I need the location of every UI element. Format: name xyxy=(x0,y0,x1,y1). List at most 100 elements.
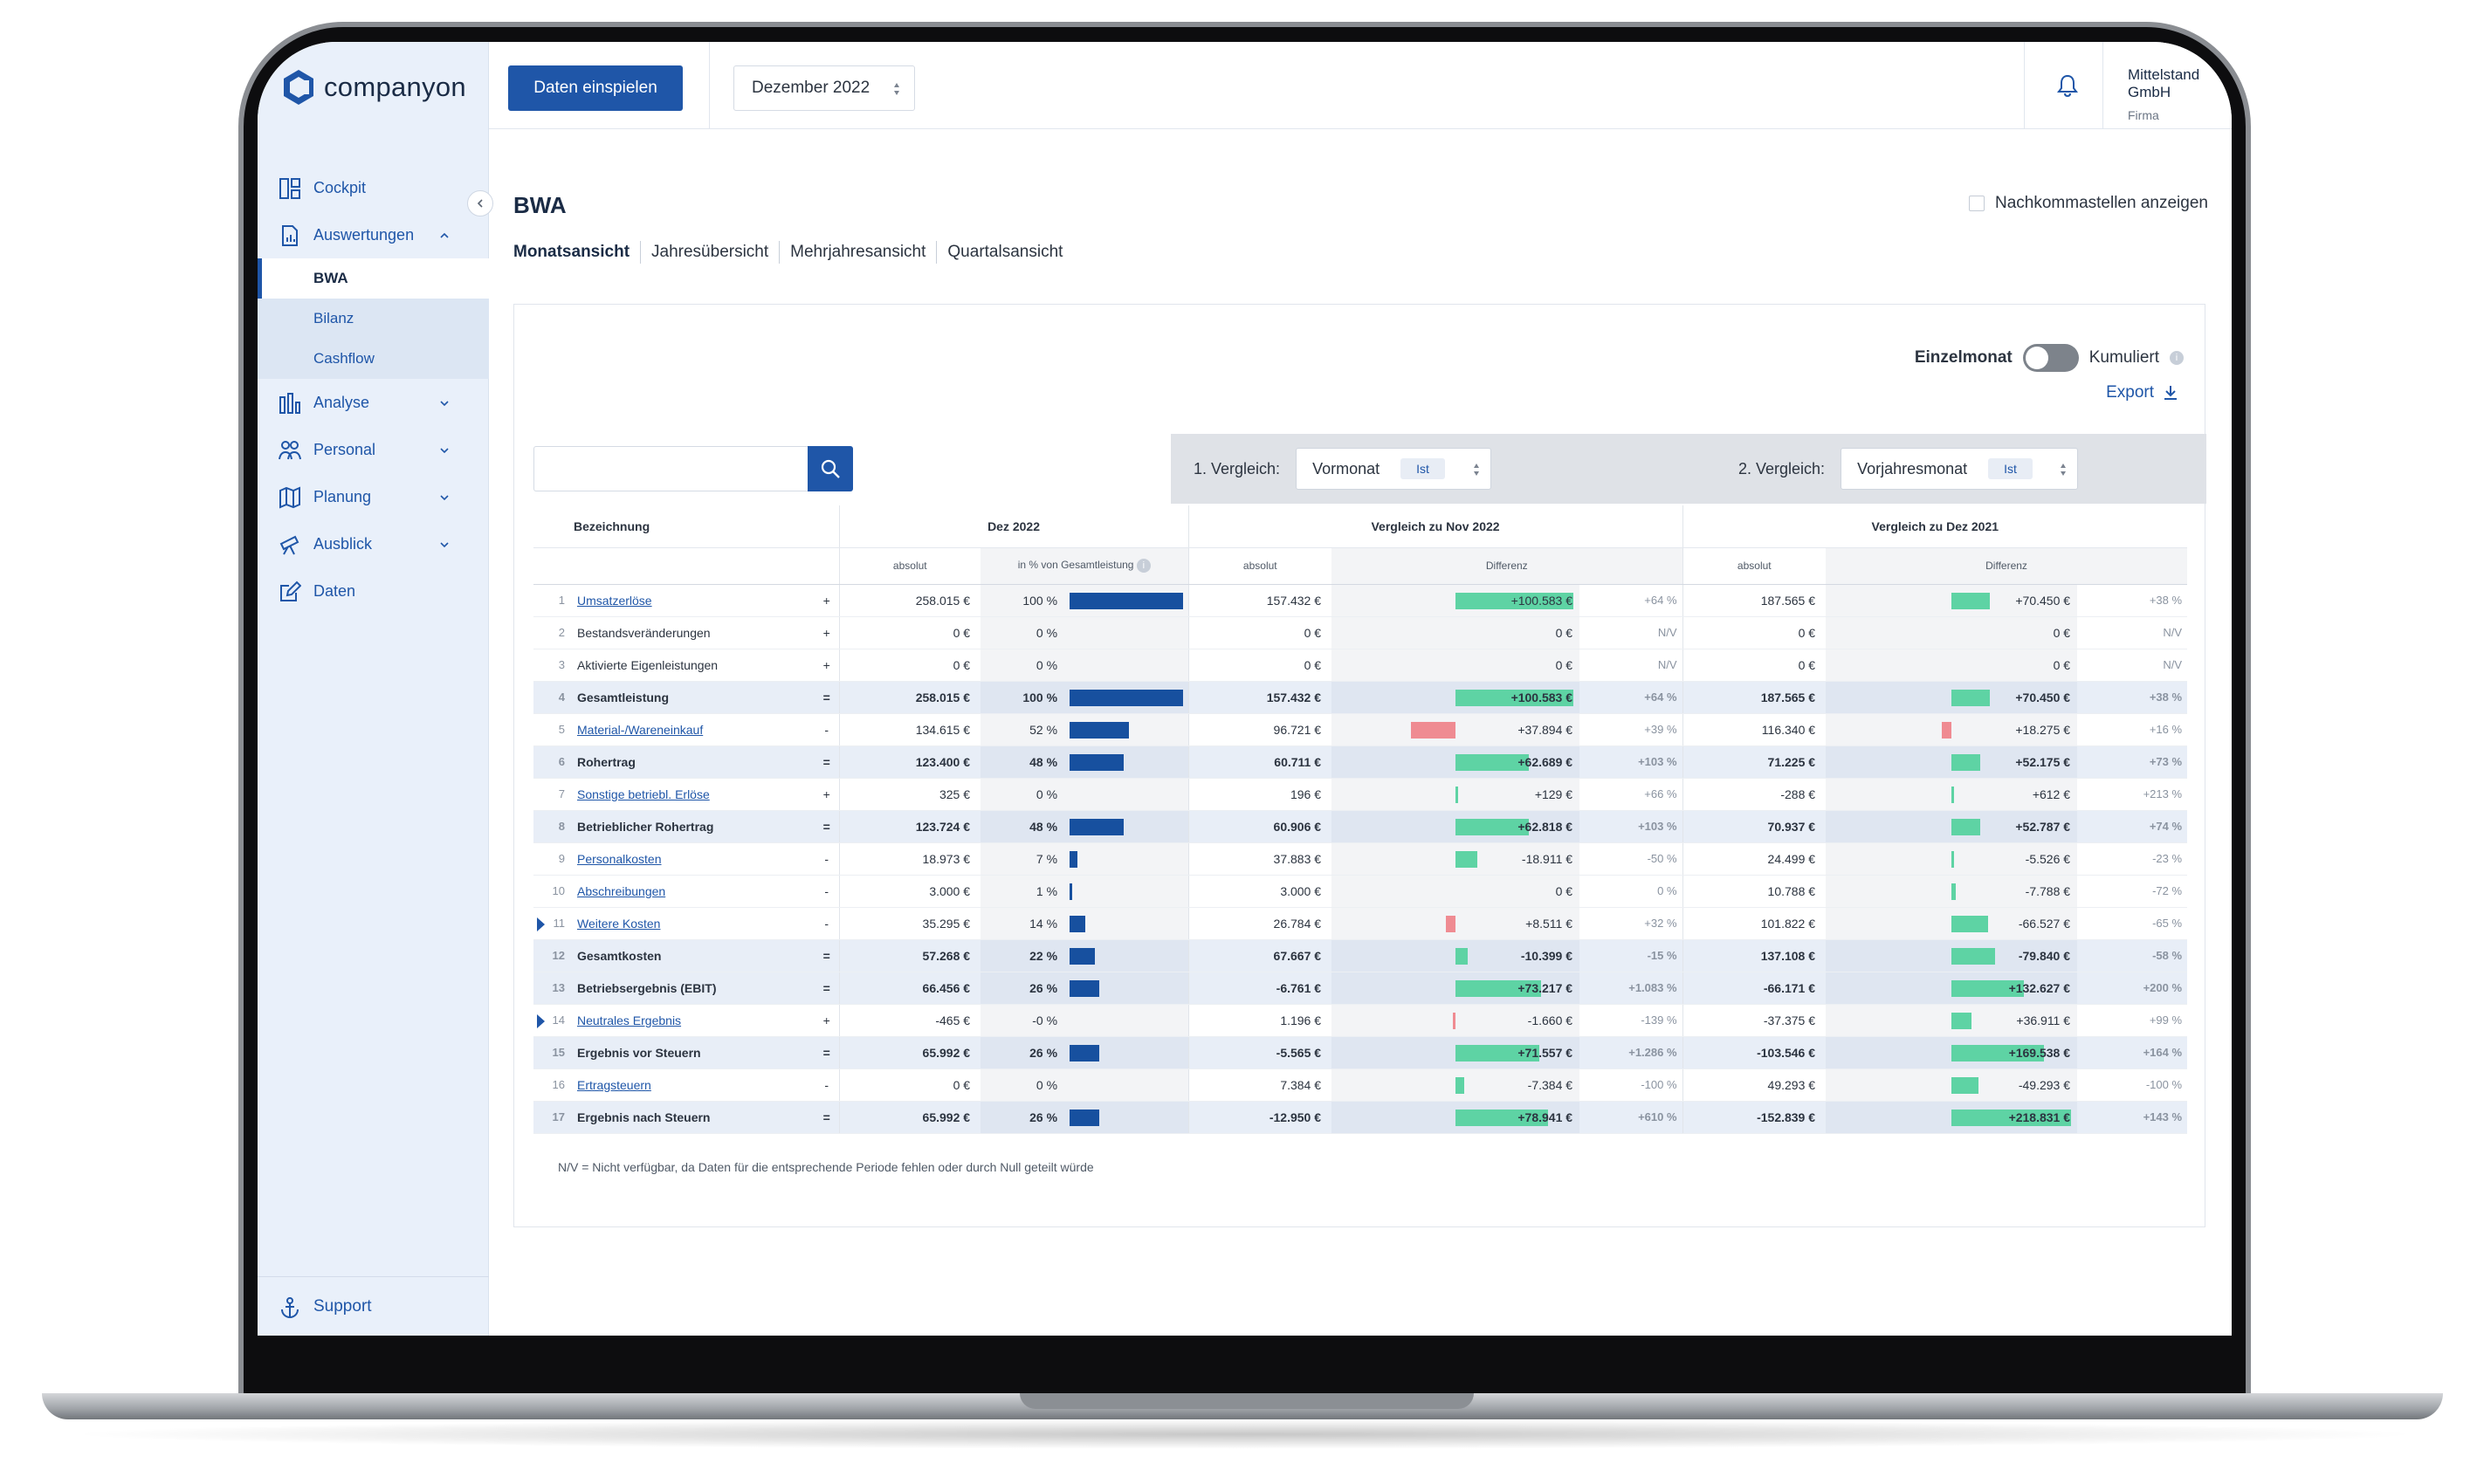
chevron-down-icon[interactable] xyxy=(439,539,450,550)
row-pct-bar-cell xyxy=(1068,842,1189,876)
sidebar-subitem-bilanz[interactable]: Bilanz xyxy=(258,299,489,339)
chevron-down-icon[interactable] xyxy=(439,492,450,503)
table-row: 8 Betrieblicher Rohertrag = 123.724 €48 % 60… xyxy=(533,810,2188,843)
tab-quartalsansicht[interactable]: Quartalsansicht xyxy=(937,241,1073,264)
import-data-button[interactable]: Daten einspielen xyxy=(508,65,683,111)
row-cmp1-diff-cell: +78.941 € xyxy=(1331,1101,1580,1134)
expand-caret-icon[interactable] xyxy=(537,1013,545,1028)
row-pct-bar-cell xyxy=(1068,681,1189,714)
row-operator: + xyxy=(815,584,840,617)
chevron-up-icon[interactable] xyxy=(439,230,450,241)
row-absolut: 123.400 € xyxy=(838,745,981,779)
row-cmp1-absolut: 157.432 € xyxy=(1187,584,1332,617)
row-pct-bar-cell xyxy=(1068,1036,1189,1069)
sidebar-item-personal[interactable]: Personal xyxy=(258,426,489,473)
tab-mehrjahresansicht[interactable]: Mehrjahresansicht xyxy=(780,241,938,264)
chevron-down-icon[interactable] xyxy=(439,445,450,456)
row-label-link[interactable]: Ertragsteuern xyxy=(577,1078,651,1092)
sidebar-item-analyse[interactable]: Analyse xyxy=(258,379,489,426)
row-operator: + xyxy=(815,1004,840,1037)
row-cmp1-diff: +78.941 € xyxy=(1517,1110,1573,1124)
export-link[interactable]: Export xyxy=(2106,383,2178,402)
cumulative-toggle[interactable] xyxy=(2022,344,2079,372)
sidebar-item-daten[interactable]: Daten xyxy=(258,567,489,615)
col-header-cmp1: Vergleich zu Nov 2022 xyxy=(1187,505,1683,548)
row-cmp2-diff-cell: +70.450 € xyxy=(1826,584,2078,617)
row-cmp1-absolut: -12.950 € xyxy=(1187,1101,1332,1134)
brand-logo[interactable]: companyon xyxy=(282,68,466,106)
row-label-cell: Ergebnis vor Steuern xyxy=(574,1036,815,1069)
row-cmp2-absolut: 0 € xyxy=(1682,616,1827,649)
row-label-link[interactable]: Neutrales Ergebnis xyxy=(577,1013,681,1027)
row-cmp1-absolut: 7.384 € xyxy=(1187,1068,1332,1102)
comparison-2-select[interactable]: Vorjahresmonat Ist xyxy=(1841,448,2079,490)
col-header-bezeichnung[interactable]: Bezeichnung xyxy=(533,505,840,548)
row-number: 11 xyxy=(553,917,566,930)
month-select[interactable]: Dezember 2022 xyxy=(733,65,915,111)
decimals-checkbox[interactable] xyxy=(1969,196,1985,211)
sidebar-subitem-bwa[interactable]: BWA xyxy=(258,258,489,299)
people-icon xyxy=(279,441,301,460)
period-share-bar xyxy=(1070,1109,1099,1126)
comparison-1-select[interactable]: Vormonat Ist xyxy=(1296,448,1492,490)
row-cmp2-diff: +169.538 € xyxy=(2008,1045,2071,1060)
search-input[interactable] xyxy=(533,446,808,491)
tab-jahresuebersicht[interactable]: Jahresübersicht xyxy=(641,241,781,264)
sidebar-item-ausblick[interactable]: Ausblick xyxy=(258,520,489,567)
tab-monatsansicht[interactable]: Monatsansicht xyxy=(513,241,642,264)
row-cmp2-diff: -79.840 € xyxy=(2018,948,2071,963)
row-number: 5 xyxy=(558,723,565,736)
row-index: 11 xyxy=(533,907,574,940)
decimals-option[interactable]: Nachkommastellen anzeigen xyxy=(1969,194,2208,213)
search-button[interactable] xyxy=(808,446,853,491)
footnote: N/V = Nicht verfügbar, da Daten für die … xyxy=(558,1160,1094,1174)
row-label-link[interactable]: Umsatzerlöse xyxy=(577,594,652,608)
bell-icon[interactable] xyxy=(2056,73,2079,98)
row-cmp1-pct: +103 % xyxy=(1579,810,1683,843)
row-label-cell: Neutrales Ergebnis xyxy=(574,1004,815,1037)
row-cmp2-diff-cell: +218.831 € xyxy=(1826,1101,2078,1134)
info-icon[interactable]: i xyxy=(1136,559,1151,573)
sidebar-item-auswertungen[interactable]: Auswertungen xyxy=(258,211,489,258)
row-cmp2-diff: +52.787 € xyxy=(2015,819,2071,834)
sidebar-item-support[interactable]: Support xyxy=(258,1276,489,1336)
row-label-link[interactable]: Personalkosten xyxy=(577,852,662,866)
anchor-icon xyxy=(281,1297,299,1319)
row-label-link[interactable]: Sonstige betriebl. Erlöse xyxy=(577,787,710,801)
row-label-link[interactable]: Material-/Wareneinkauf xyxy=(577,723,703,737)
company-type: Firma xyxy=(2128,108,2159,122)
row-cmp1-absolut: 0 € xyxy=(1187,616,1332,649)
sidebar-item-cockpit[interactable]: Cockpit xyxy=(258,164,489,211)
topbar: Daten einspielen Dezember 2022 Mittelsta… xyxy=(489,42,2232,129)
expand-caret-icon[interactable] xyxy=(537,917,545,931)
row-pct-bar-cell xyxy=(1068,649,1189,682)
period-share-bar xyxy=(1070,850,1078,868)
company-switcher[interactable]: Mittelstand GmbH Firma xyxy=(2128,66,2232,122)
row-cmp2-absolut: -152.839 € xyxy=(1682,1101,1827,1134)
row-index: 7 xyxy=(533,778,574,811)
sidebar-item-planung[interactable]: Planung xyxy=(258,473,489,520)
row-cmp2-absolut: -37.375 € xyxy=(1682,1004,1827,1037)
view-tabs: Monatsansicht Jahresübersicht Mehrjahres… xyxy=(513,241,1073,264)
row-cmp1-diff: 0 € xyxy=(1555,657,1573,672)
sidebar-subitem-cashflow[interactable]: Cashflow xyxy=(258,339,489,379)
row-absolut: 35.295 € xyxy=(838,907,981,940)
chevron-down-icon[interactable] xyxy=(439,398,450,409)
row-pct-bar-cell xyxy=(1068,778,1189,811)
row-number: 10 xyxy=(552,884,565,897)
laptop-shadow xyxy=(61,1419,2427,1449)
row-label-link[interactable]: Weitere Kosten xyxy=(577,917,660,931)
row-label-cell: Weitere Kosten xyxy=(574,907,815,940)
period-share-bar xyxy=(1070,947,1095,965)
sidebar-collapse-button[interactable] xyxy=(467,190,493,216)
dashboard-icon xyxy=(279,178,300,199)
row-cmp2-diff-cell: +52.175 € xyxy=(1826,745,2078,779)
row-cmp2-diff-cell: -7.788 € xyxy=(1826,875,2078,908)
row-label-cell: Material-/Wareneinkauf xyxy=(574,713,815,746)
row-label: Betrieblicher Rohertrag xyxy=(577,819,714,834)
row-cmp1-diff-cell: +73.217 € xyxy=(1331,972,1580,1005)
row-number: 6 xyxy=(558,755,565,768)
row-cmp1-pct: +610 % xyxy=(1579,1101,1683,1134)
info-icon[interactable]: i xyxy=(2170,351,2184,365)
row-label-link[interactable]: Abschreibungen xyxy=(577,884,665,898)
